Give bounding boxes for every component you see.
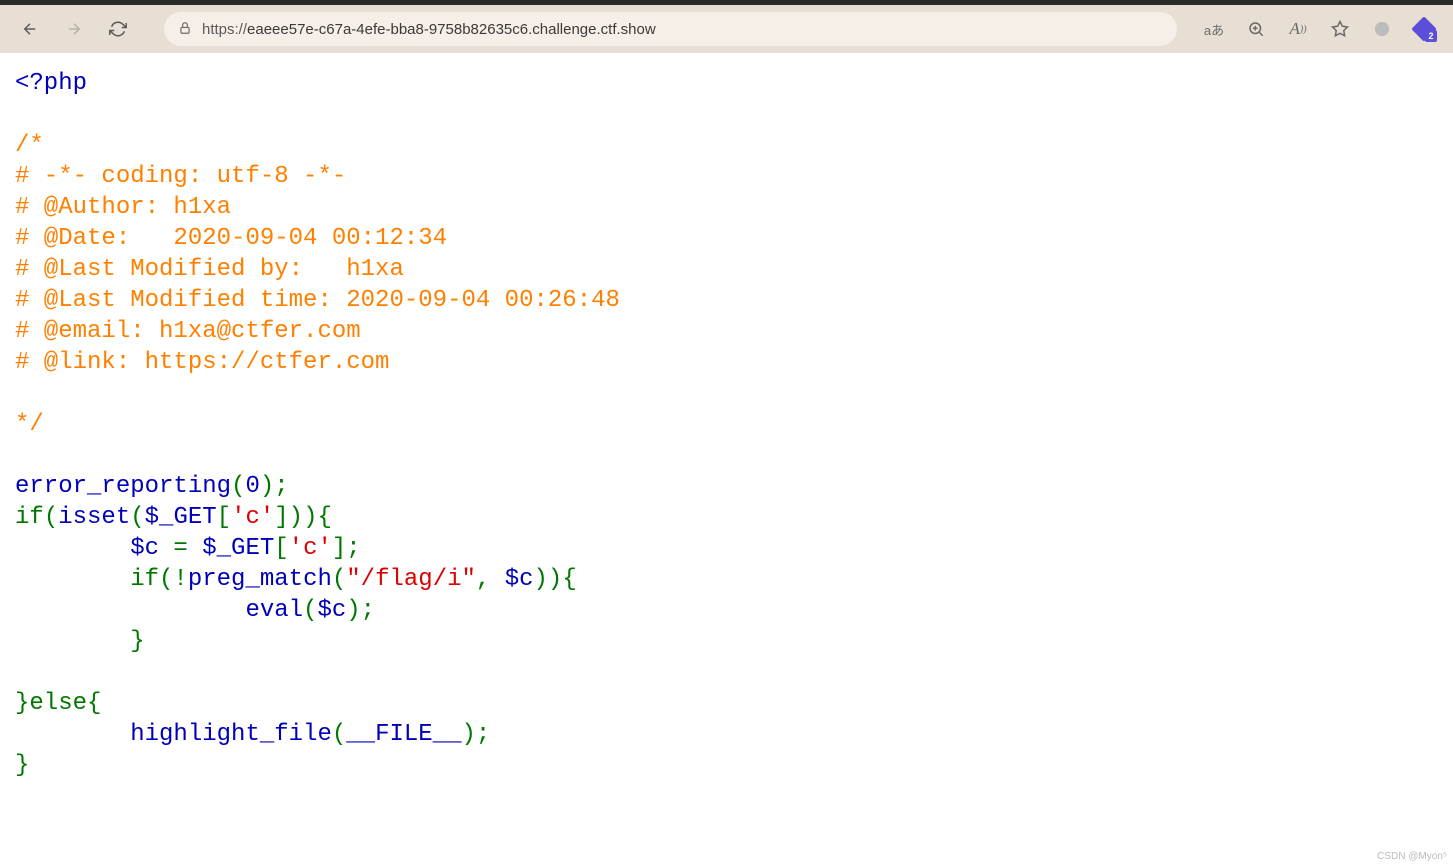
collections-icon[interactable] — [1365, 12, 1399, 46]
fn-error-reporting: error_reporting — [15, 473, 231, 500]
watermark: CSDN @Myon⁵ — [1377, 851, 1447, 862]
back-button[interactable] — [12, 11, 48, 47]
browser-toolbar: https://eaeee57e-c67a-4efe-bba8-9758b826… — [0, 5, 1453, 53]
address-bar[interactable]: https://eaeee57e-c67a-4efe-bba8-9758b826… — [164, 12, 1177, 46]
read-aloud-icon[interactable]: A)) — [1281, 12, 1315, 46]
extension-icon[interactable]: 2 — [1407, 12, 1441, 46]
zoom-icon[interactable] — [1239, 12, 1273, 46]
php-open-tag: <?php — [15, 70, 87, 97]
refresh-button[interactable] — [100, 11, 136, 47]
lock-icon — [178, 21, 192, 38]
forward-button[interactable] — [56, 11, 92, 47]
translate-icon[interactable]: aあ — [1197, 12, 1231, 46]
page-content: <?php /* # -*- coding: utf-8 -*- # @Auth… — [0, 53, 1453, 796]
comment-block: /* # -*- coding: utf-8 -*- # @Author: h1… — [15, 132, 620, 438]
url-text: https://eaeee57e-c67a-4efe-bba8-9758b826… — [202, 21, 1163, 38]
favorite-icon[interactable] — [1323, 12, 1357, 46]
